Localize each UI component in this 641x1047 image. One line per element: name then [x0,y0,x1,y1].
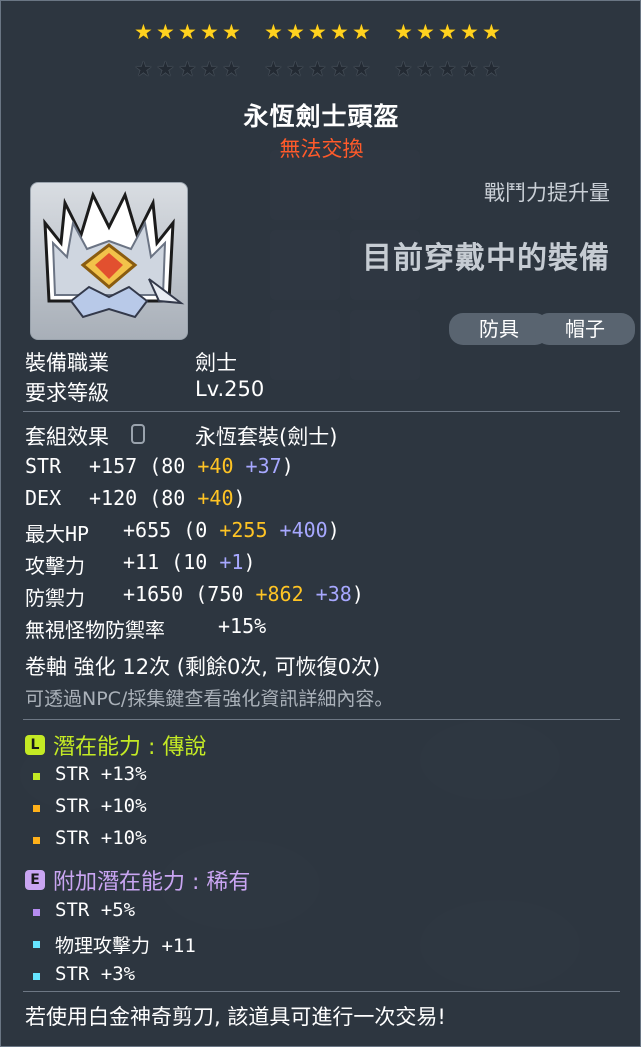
stat-value: +1650 (750 +862 +38) [123,582,364,606]
stat-value: +120 (80 +40) [89,486,246,510]
stat-name: 防禦力 [25,586,85,610]
star-icon: ★ [394,20,413,44]
tag-armor: 防具 [449,313,549,345]
bullet-icon [33,773,40,780]
potential-line: 物理攻擊力 +11 [55,935,196,957]
tag-hat: 帽子 [535,313,635,345]
star-icon: ★ [200,57,219,81]
divider [23,991,620,992]
bullet-icon [33,941,40,948]
star-icon: ★ [286,20,305,44]
star-icon: ★ [308,57,327,81]
legendary-grade-icon: L [25,735,45,755]
stat-value: +11 (10 +1) [123,550,256,574]
potential-line: STR +10% [55,795,147,817]
star-icon: ★ [352,57,371,81]
star-icon: ★ [222,20,241,44]
bullet-icon [33,973,40,980]
star-icon: ★ [460,20,479,44]
star-icon: ★ [222,57,241,81]
potential-line: STR +13% [55,763,147,785]
item-icon-frame [30,182,188,340]
star-icon: ★ [178,20,197,44]
divider [23,411,620,412]
star-icon: ★ [156,57,175,81]
potential-line: STR +10% [55,827,147,849]
divider [23,719,620,720]
star-icon: ★ [394,57,413,81]
level-label: 要求等級 [25,381,109,405]
star-icon: ★ [308,20,327,44]
item-tooltip: ★ ★ ★ ★ ★ ★ ★ ★ ★ ★ ★ ★ ★ ★ ★ ★ ★ ★ ★ ★ ★ ★ ★ ★ ★ ★ ★ ★ ★ ★ 永恆劍士頭盔 無… [0,0,641,1047]
star-icon: ★ [438,20,457,44]
job-value: 劍士 [195,351,237,375]
bullet-icon [33,909,40,916]
combat-power-label: 戰鬥力提升量 [484,181,610,205]
star-icon: ★ [134,57,153,81]
stat-name: 攻擊力 [25,554,85,578]
star-force-empty-row: ★ ★ ★ ★ ★ ★ ★ ★ ★ ★ ★ ★ ★ ★ ★ [1,56,641,82]
stat-value: +655 (0 +255 +400) [123,518,340,542]
bullet-icon [33,805,40,812]
potential-title: 潛在能力 : 傳說 [53,735,207,760]
stat-name: DEX [25,486,62,510]
bullet-icon [33,837,40,844]
helmet-icon [43,190,185,319]
lock-icon [131,424,145,444]
star-icon: ★ [482,20,501,44]
star-icon: ★ [200,20,219,44]
level-value: Lv.250 [195,377,265,401]
stat-value: +15% [218,614,267,638]
scroll-hint: 可透過NPC/採集鍵查看強化資訊詳細內容。 [25,688,394,710]
stat-name: 無視怪物防禦率 [25,618,165,642]
item-name: 永恆劍士頭盔 [243,102,400,131]
star-icon: ★ [330,20,349,44]
stat-name: 最大HP [25,522,90,546]
potential-line: STR +5% [55,899,136,921]
star-icon: ★ [264,20,283,44]
star-icon: ★ [156,20,175,44]
set-effect-value: 永恆套裝(劍士) [195,425,338,449]
star-icon: ★ [416,57,435,81]
star-icon: ★ [460,57,479,81]
star-icon: ★ [352,20,371,44]
set-effect-label: 套組效果 [25,425,109,449]
star-icon: ★ [286,57,305,81]
potential-line: STR +3% [55,963,136,985]
star-icon: ★ [178,57,197,81]
job-label: 裝備職業 [25,351,109,375]
star-force-filled-row: ★ ★ ★ ★ ★ ★ ★ ★ ★ ★ ★ ★ ★ ★ ★ [1,19,641,45]
bonus-potential-title: 附加潛在能力 : 稀有 [53,870,251,895]
trade-status: 無法交換 [279,137,364,161]
combat-power-value: 目前穿戴中的裝備 [362,241,610,276]
footer-note: 若使用白金神奇剪刀, 該道具可進行一次交易! [25,1005,446,1029]
scroll-enhance-line: 卷軸 強化 12次 (剩餘0次, 可恢復0次) [25,655,381,679]
star-icon: ★ [134,20,153,44]
rare-grade-icon: E [25,870,45,890]
star-icon: ★ [330,57,349,81]
star-icon: ★ [482,57,501,81]
star-icon: ★ [438,57,457,81]
star-icon: ★ [264,57,283,81]
stat-name: STR [25,454,62,478]
star-icon: ★ [416,20,435,44]
stat-value: +157 (80 +40 +37) [89,454,294,478]
